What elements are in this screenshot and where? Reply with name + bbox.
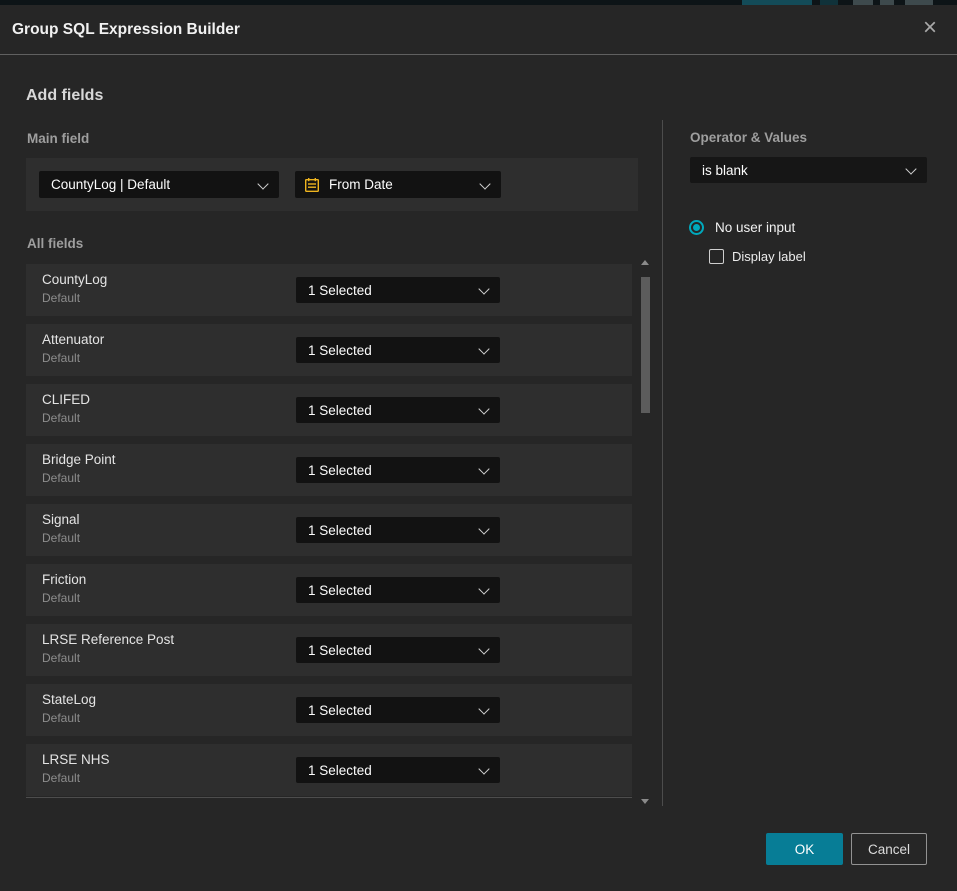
dialog-header: Group SQL Expression Builder × xyxy=(0,5,957,55)
column-divider xyxy=(662,120,663,806)
group-sql-expression-builder-dialog: Group SQL Expression Builder × Add field… xyxy=(0,5,957,891)
field-selection-label: 1 Selected xyxy=(296,763,372,778)
chevron-down-icon xyxy=(478,463,489,474)
display-label-label: Display label xyxy=(732,249,806,264)
screen: Group SQL Expression Builder × Add field… xyxy=(0,0,957,891)
field-row: Bridge Point Default 1 Selected xyxy=(26,444,632,496)
calendar-icon xyxy=(304,177,320,193)
chevron-down-icon xyxy=(478,703,489,714)
field-type: Default xyxy=(42,291,80,305)
field-selection-dropdown[interactable]: 1 Selected xyxy=(296,277,500,303)
dialog-title: Group SQL Expression Builder xyxy=(12,5,240,54)
chevron-down-icon xyxy=(478,643,489,654)
scrollbar-up-arrow-icon[interactable] xyxy=(641,260,649,265)
field-selection-label: 1 Selected xyxy=(296,283,372,298)
field-name: LRSE Reference Post xyxy=(42,632,174,647)
field-selection-label: 1 Selected xyxy=(296,403,372,418)
field-type: Default xyxy=(42,411,80,425)
ok-button[interactable]: OK xyxy=(766,833,843,865)
main-layer-dropdown[interactable]: CountyLog | Default xyxy=(39,171,279,198)
field-selection-label: 1 Selected xyxy=(296,523,372,538)
main-layer-dropdown-value: CountyLog | Default xyxy=(39,177,170,192)
field-row: LRSE Reference Post Default 1 Selected xyxy=(26,624,632,676)
field-name: LRSE NHS xyxy=(42,752,110,767)
chevron-down-icon xyxy=(905,163,916,174)
field-selection-label: 1 Selected xyxy=(296,703,372,718)
field-type: Default xyxy=(42,471,80,485)
field-selection-label: 1 Selected xyxy=(296,643,372,658)
field-row: Signal Default 1 Selected xyxy=(26,504,632,556)
main-field-panel: CountyLog | Default From Dat xyxy=(26,158,638,211)
main-field-heading: Main field xyxy=(27,131,89,146)
field-type: Default xyxy=(42,591,80,605)
scrollbar-thumb[interactable] xyxy=(641,277,650,413)
field-selection-dropdown[interactable]: 1 Selected xyxy=(296,517,500,543)
chevron-down-icon xyxy=(478,763,489,774)
field-selection-label: 1 Selected xyxy=(296,583,372,598)
field-name: Signal xyxy=(42,512,80,527)
field-row: CLIFED Default 1 Selected xyxy=(26,384,632,436)
field-selection-label: 1 Selected xyxy=(296,463,372,478)
field-selection-dropdown[interactable]: 1 Selected xyxy=(296,577,500,603)
field-row: StateLog Default 1 Selected xyxy=(26,684,632,736)
field-name: Attenuator xyxy=(42,332,104,347)
chevron-down-icon xyxy=(257,178,268,189)
field-selection-dropdown[interactable]: 1 Selected xyxy=(296,457,500,483)
scrollbar-down-arrow-icon[interactable] xyxy=(641,799,649,804)
field-row: CountyLog Default 1 Selected xyxy=(26,264,632,316)
field-selection-dropdown[interactable]: 1 Selected xyxy=(296,637,500,663)
main-field-dropdown[interactable]: From Date xyxy=(295,171,501,198)
display-label-checkbox[interactable] xyxy=(709,249,724,264)
field-row: Friction Default 1 Selected xyxy=(26,564,632,616)
field-name: Bridge Point xyxy=(42,452,116,467)
chevron-down-icon xyxy=(478,283,489,294)
field-name: StateLog xyxy=(42,692,96,707)
close-icon[interactable]: × xyxy=(916,15,944,43)
field-name: Friction xyxy=(42,572,86,587)
add-fields-heading: Add fields xyxy=(26,87,103,105)
field-name: CountyLog xyxy=(42,272,107,287)
no-user-input-label: No user input xyxy=(715,220,795,235)
field-row: LRSE NHS Default 1 Selected xyxy=(26,744,632,796)
main-field-dropdown-value: From Date xyxy=(329,177,393,192)
no-user-input-radio[interactable] xyxy=(689,220,704,235)
field-row: Attenuator Default 1 Selected xyxy=(26,324,632,376)
list-bottom-border xyxy=(26,797,632,798)
list-scrollbar[interactable] xyxy=(641,258,650,806)
field-type: Default xyxy=(42,711,80,725)
field-selection-dropdown[interactable]: 1 Selected xyxy=(296,337,500,363)
operator-values-heading: Operator & Values xyxy=(690,130,807,145)
field-name: CLIFED xyxy=(42,392,90,407)
chevron-down-icon xyxy=(479,178,490,189)
all-fields-list: CountyLog Default 1 Selected Attenuator … xyxy=(26,264,632,796)
all-fields-heading: All fields xyxy=(27,236,83,251)
operator-dropdown-value: is blank xyxy=(690,163,748,178)
field-type: Default xyxy=(42,351,80,365)
cancel-button[interactable]: Cancel xyxy=(851,833,927,865)
field-selection-dropdown[interactable]: 1 Selected xyxy=(296,397,500,423)
field-type: Default xyxy=(42,651,80,665)
field-selection-label: 1 Selected xyxy=(296,343,372,358)
chevron-down-icon xyxy=(478,523,489,534)
operator-dropdown[interactable]: is blank xyxy=(690,157,927,183)
field-type: Default xyxy=(42,531,80,545)
field-selection-dropdown[interactable]: 1 Selected xyxy=(296,757,500,783)
chevron-down-icon xyxy=(478,403,489,414)
field-selection-dropdown[interactable]: 1 Selected xyxy=(296,697,500,723)
chevron-down-icon xyxy=(478,583,489,594)
chevron-down-icon xyxy=(478,343,489,354)
field-type: Default xyxy=(42,771,80,785)
